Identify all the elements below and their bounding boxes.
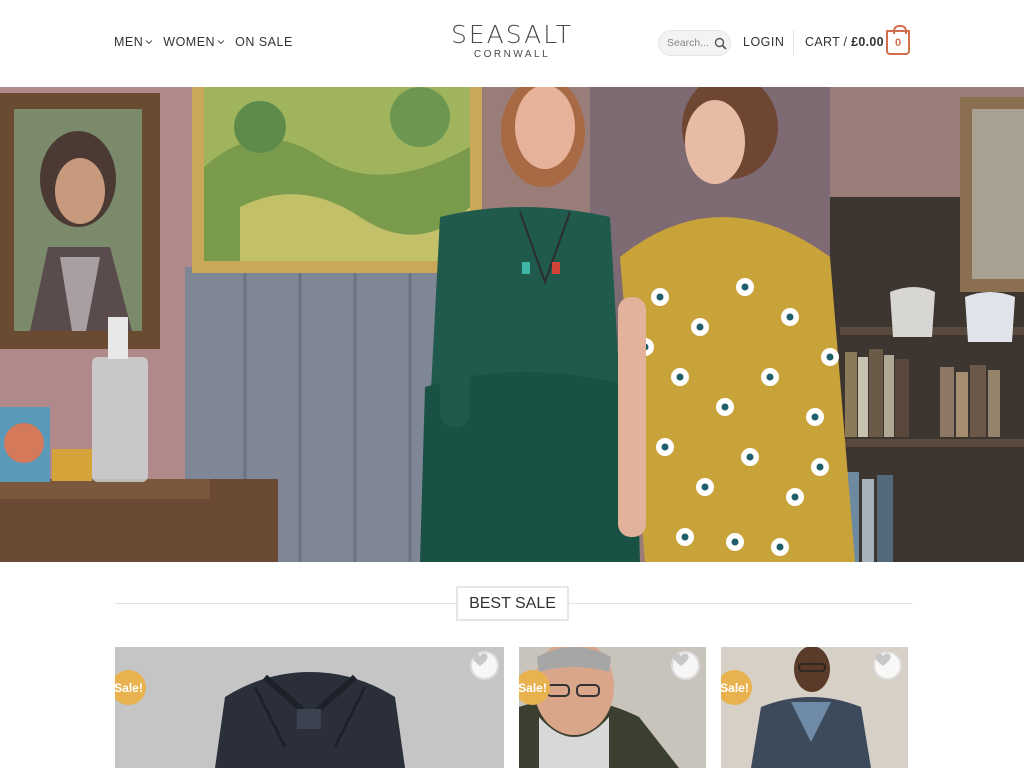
logo-main-text: SEASALT: [451, 20, 573, 49]
product-card[interactable]: Sale!: [519, 647, 706, 768]
wishlist-button[interactable]: [671, 651, 700, 680]
search-box: [658, 30, 731, 56]
cart-label: CART /: [805, 35, 848, 49]
search-input[interactable]: [667, 37, 713, 49]
heart-icon: [875, 653, 891, 666]
hero-photo: [0, 87, 1024, 562]
nav-item-label: ON SALE: [235, 35, 293, 49]
main-nav: MEN WOMEN ON SALE: [114, 35, 293, 49]
hero-banner-image[interactable]: [0, 87, 1024, 562]
cart-amount: £0.00: [851, 35, 884, 49]
heart-icon: [472, 653, 488, 666]
chevron-down-icon: [217, 40, 225, 45]
product-card[interactable]: Sale!: [721, 647, 908, 768]
product-card[interactable]: Sale!: [115, 647, 504, 768]
cart-link[interactable]: CART / £0.00: [805, 35, 884, 49]
nav-item-women[interactable]: WOMEN: [163, 35, 225, 49]
section-divider-left: [115, 603, 456, 604]
heart-icon: [673, 653, 689, 666]
site-logo[interactable]: SEASALT CORNWALL: [450, 20, 574, 61]
best-sale-section-header: BEST SALE: [115, 586, 913, 621]
wishlist-button[interactable]: [873, 651, 902, 680]
header-divider: [793, 30, 794, 55]
nav-item-label: MEN: [114, 35, 144, 49]
section-divider-right: [569, 603, 913, 604]
nav-item-on-sale[interactable]: ON SALE: [235, 35, 293, 49]
chevron-down-icon: [145, 40, 153, 45]
cart-count-badge[interactable]: 0: [886, 25, 910, 55]
wishlist-button[interactable]: [470, 651, 499, 680]
login-link[interactable]: LOGIN: [743, 35, 784, 49]
logo-sub-text: CORNWALL: [473, 49, 551, 60]
nav-item-men[interactable]: MEN: [114, 35, 153, 49]
search-icon[interactable]: [714, 37, 727, 50]
nav-item-label: WOMEN: [163, 35, 216, 49]
section-title: BEST SALE: [456, 586, 569, 621]
site-header: MEN WOMEN ON SALE SEASALT CORNWALL LOGIN…: [0, 0, 1024, 87]
product-image: [115, 647, 504, 768]
